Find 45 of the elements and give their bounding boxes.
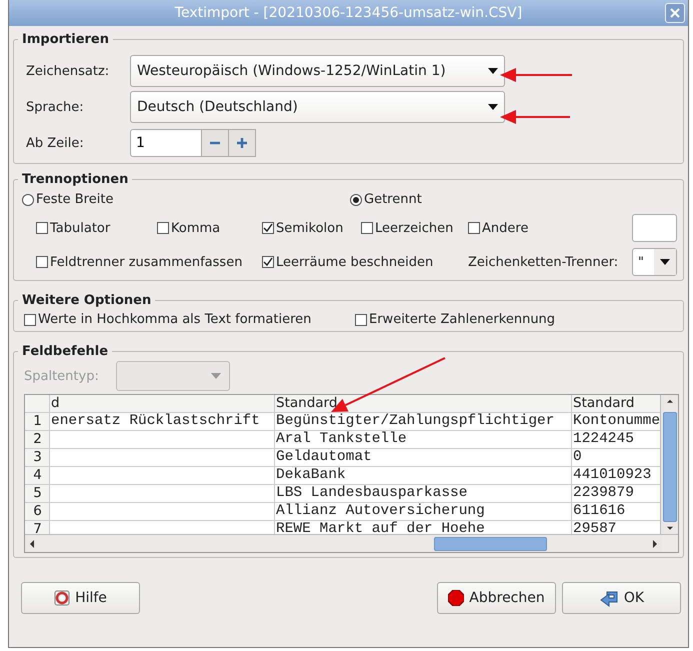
table-cell: Allianz Autoversicherung <box>275 503 572 521</box>
language-dropdown[interactable]: Deutsch (Deutschland) <box>130 91 505 123</box>
row-header[interactable]: 5 <box>25 485 50 503</box>
table-cell: LBS Landesbausparkasse <box>275 485 572 503</box>
checkbox-label: Leerräume beschneiden <box>276 254 434 270</box>
ok-button[interactable]: OK <box>562 582 681 614</box>
row-header[interactable]: 2 <box>25 431 50 449</box>
text-delimiter-dropdown[interactable]: " <box>632 248 677 276</box>
field-label: Spaltentyp: <box>24 368 100 384</box>
section-title: Importieren <box>21 32 110 47</box>
checkbox-label: Andere <box>482 220 528 236</box>
field-label: Zeichensatz: <box>26 64 110 78</box>
section-title: Trennoptionen <box>21 172 130 187</box>
table-cell: Begünstigter/Zahlungspflichtiger <box>275 413 572 431</box>
charset-dropdown[interactable]: Westeuropäisch (Windows-1252/WinLatin 1) <box>130 55 505 87</box>
checkbox-label: Tabulator <box>50 220 110 236</box>
help-button[interactable]: Hilfe <box>21 582 140 614</box>
checkbox-label: Leerzeichen <box>375 220 454 236</box>
radio-label: Getrennt <box>364 192 422 207</box>
row-header[interactable]: 4 <box>25 467 50 485</box>
field-label: Sprache: <box>26 100 85 114</box>
row-header[interactable]: 1 <box>25 413 50 431</box>
number-field[interactable]: 1 <box>130 129 202 157</box>
cancel-button[interactable]: Abbrechen <box>437 582 556 614</box>
row-header[interactable]: 6 <box>25 503 50 521</box>
radio-label: Feste Breite <box>36 192 114 207</box>
section-title: Weitere Optionen <box>21 293 152 308</box>
window-title: Textimport - [20210306-123456-umsatz-win.CSV] <box>174 5 522 21</box>
table-cell: Aral Tankstelle <box>275 431 572 449</box>
checkbox-label: Semikolon <box>276 220 344 236</box>
row-header[interactable]: 3 <box>25 449 50 467</box>
checkbox-label: Werte in Hochkomma als Text formatieren <box>38 312 312 327</box>
table-cell: enersatz Rücklastschrift <box>50 413 275 431</box>
checkbox-label: Erweiterte Zahlenerkennung <box>369 312 556 327</box>
checkbox-label: Feldtrenner zusammenfassen <box>50 254 242 270</box>
column-header[interactable]: Standard <box>275 395 572 413</box>
field-label: Zeichenketten-Trenner: <box>468 254 620 270</box>
section-title: Feldbefehle <box>21 344 110 359</box>
row-header[interactable]: 7 <box>25 521 50 534</box>
field-label: Ab Zeile: <box>26 136 85 150</box>
checkbox-label: Komma <box>171 220 220 236</box>
column-header[interactable]: d <box>50 395 275 413</box>
table-cell: DekaBank <box>275 467 572 485</box>
column-header[interactable]: Standard <box>572 395 660 413</box>
table-cell: Geldautomat <box>275 449 572 467</box>
